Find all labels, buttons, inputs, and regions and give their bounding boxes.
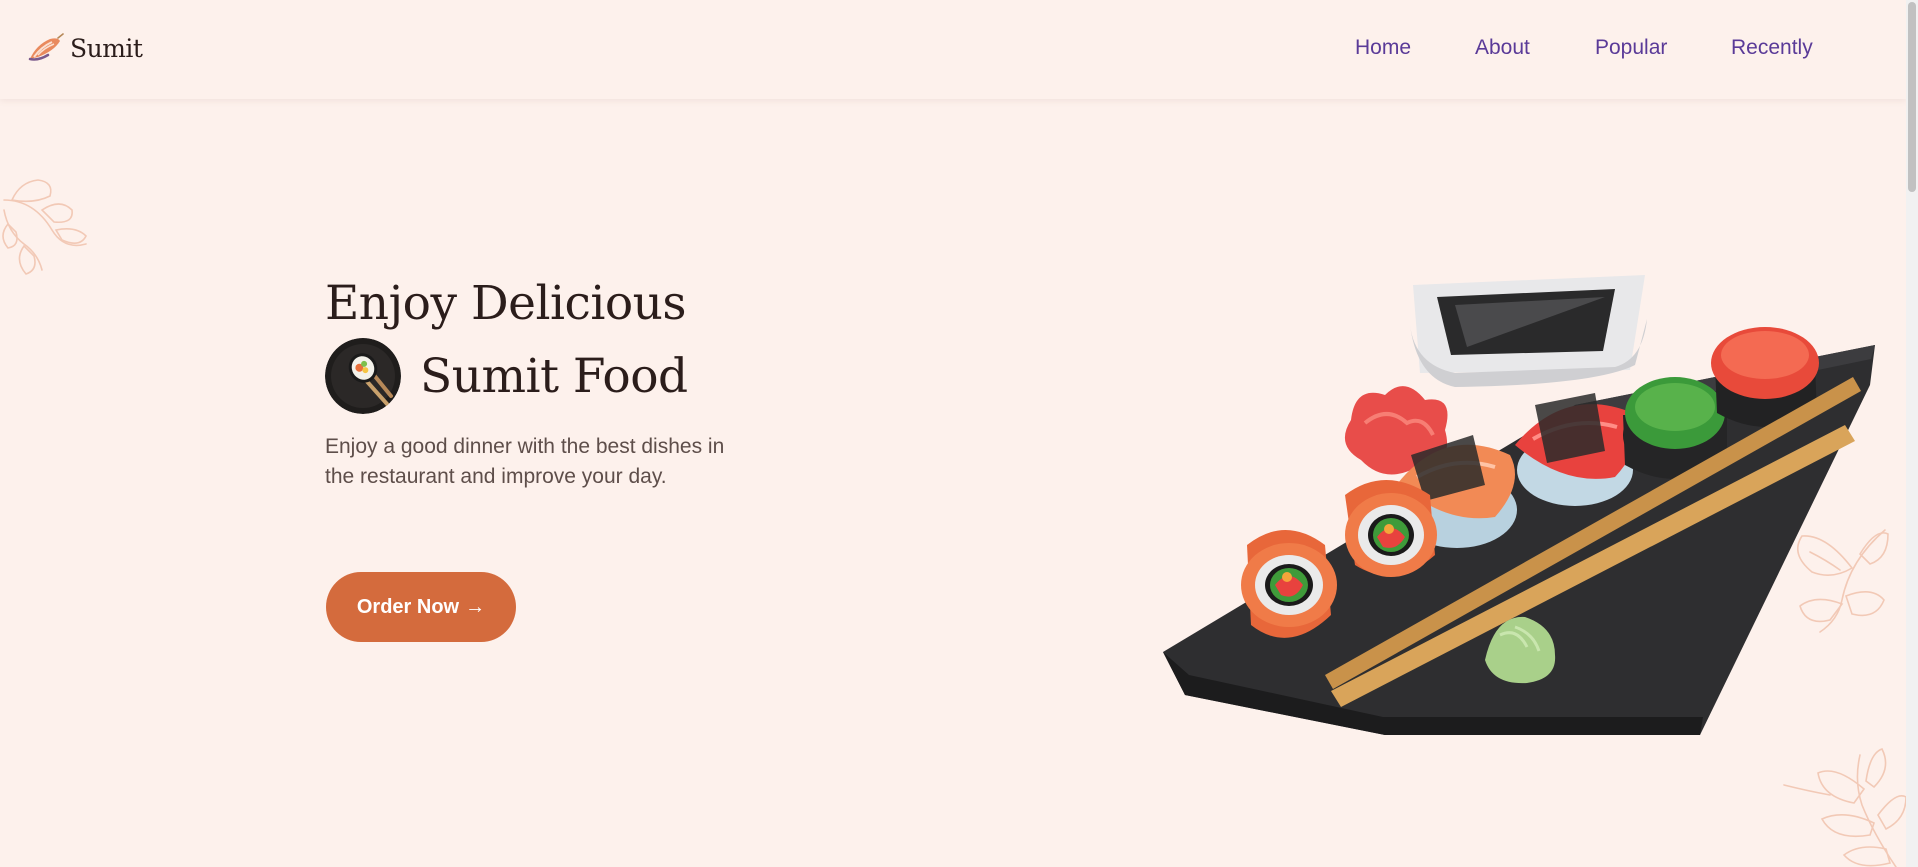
order-now-label: Order Now	[356, 595, 460, 618]
scrollbar-thumb[interactable]	[1908, 2, 1916, 192]
nav-home[interactable]: Home	[1355, 36, 1411, 60]
nav-about[interactable]: About	[1475, 36, 1530, 60]
page-scrollbar[interactable]	[1906, 0, 1918, 867]
main-nav: Home About Popular Recently	[0, 36, 1906, 66]
hero-title-line-1: Enjoy Delicious	[325, 276, 687, 331]
page: Sumit Home About Popular Recently Enjoy …	[0, 0, 1918, 867]
leaf-decoration-icon	[1783, 748, 1907, 867]
sushi-platter-image	[1163, 275, 1875, 735]
nav-recently[interactable]: Recently	[1731, 36, 1813, 60]
leaf-decoration-icon	[2, 179, 87, 275]
hero-title-line-2: Sumit Food	[420, 348, 688, 404]
hero-title-line-2-row: Sumit Food	[325, 338, 688, 414]
hero-description: Enjoy a good dinner with the best dishes…	[325, 435, 725, 488]
site-header: Sumit Home About Popular Recently	[0, 0, 1906, 99]
nav-popular[interactable]: Popular	[1595, 36, 1667, 60]
hero-title: Enjoy Delicious Sumit Food	[325, 280, 688, 414]
order-now-button[interactable]: Order Now →	[326, 572, 516, 642]
arrow-right-icon: →	[465, 595, 486, 618]
sushi-roll-chopsticks-icon	[325, 338, 401, 414]
